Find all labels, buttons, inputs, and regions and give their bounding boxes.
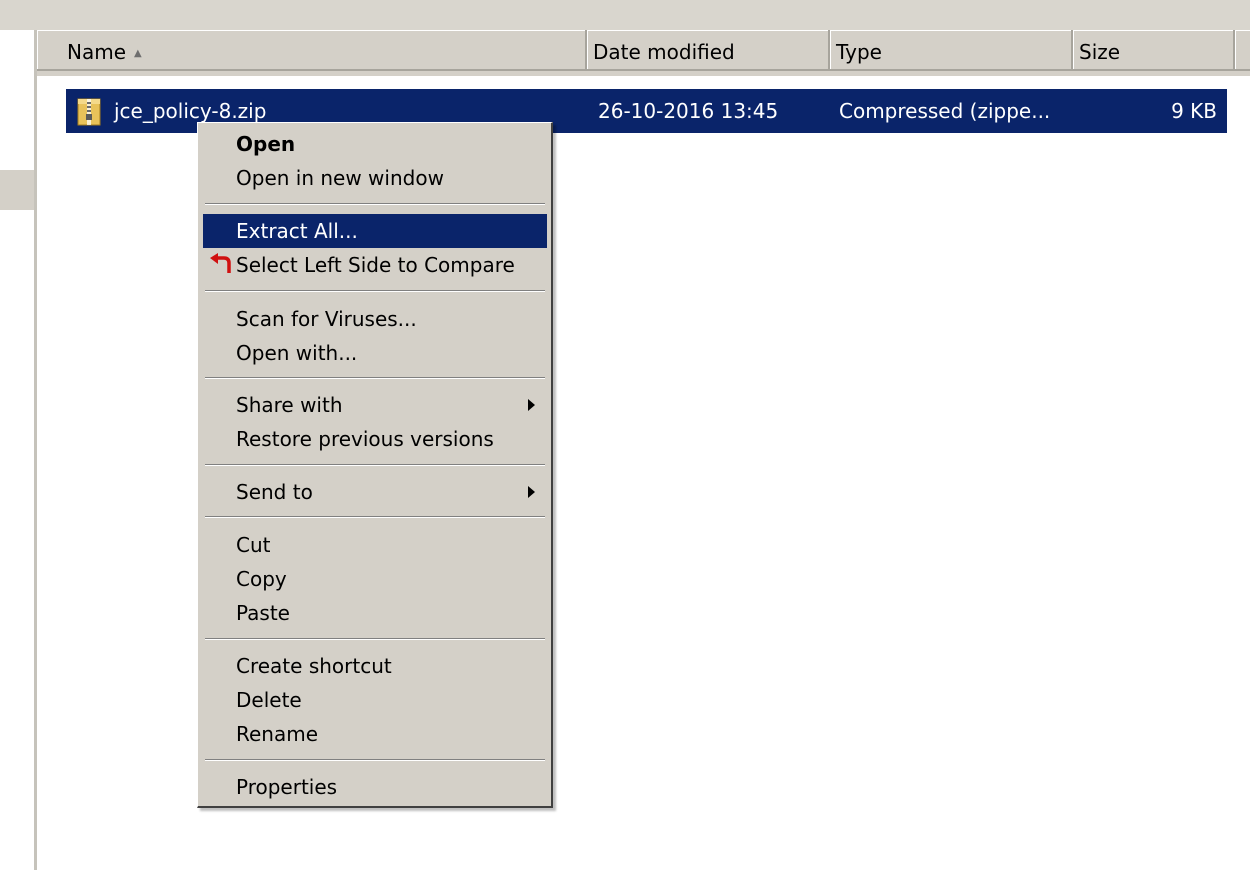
pane-splitter[interactable]: [34, 30, 37, 870]
menu-separator: [205, 377, 545, 379]
submenu-arrow-icon: [528, 399, 535, 411]
menu-separator: [205, 464, 545, 466]
menu-item-open[interactable]: Open: [203, 127, 547, 161]
zip-folder-icon: [77, 98, 101, 126]
file-date-modified: 26-10-2016 13:45: [598, 99, 779, 123]
context-menu: Open Open in new window Extract All... S…: [197, 122, 553, 808]
menu-item-copy[interactable]: Copy: [203, 562, 547, 596]
menu-item-send-to[interactable]: Send to: [203, 475, 547, 509]
column-type-label: Type: [836, 40, 882, 64]
menu-item-open-in-new-window[interactable]: Open in new window: [203, 161, 547, 195]
toolbar-strip: [0, 0, 1250, 30]
column-type-header[interactable]: Type: [830, 30, 1073, 71]
menu-item-properties[interactable]: Properties: [203, 770, 547, 804]
menu-item-extract-all[interactable]: Extract All...: [203, 214, 547, 248]
menu-item-select-left-side-label: Select Left Side to Compare: [236, 253, 515, 277]
explorer-window: Name ▲ Date modified Type Size jce_policy…: [0, 0, 1250, 870]
submenu-arrow-icon: [528, 486, 535, 498]
menu-item-create-shortcut[interactable]: Create shortcut: [203, 649, 547, 683]
menu-separator: [205, 638, 545, 640]
menu-separator: [205, 290, 545, 292]
column-name-header[interactable]: Name ▲: [37, 30, 587, 71]
compare-arrow-icon: [210, 253, 231, 273]
column-header: Name ▲ Date modified Type Size: [37, 30, 1250, 76]
menu-item-restore-previous-versions[interactable]: Restore previous versions: [203, 422, 547, 456]
file-size: 9 KB: [1171, 99, 1217, 123]
menu-item-send-to-label: Send to: [236, 480, 313, 504]
file-type: Compressed (zippe...: [839, 99, 1051, 123]
column-date-modified-label: Date modified: [593, 40, 735, 64]
column-size-label: Size: [1079, 40, 1121, 64]
menu-separator: [205, 203, 545, 205]
column-filler-header: [1235, 30, 1250, 71]
menu-item-open-with[interactable]: Open with...: [203, 336, 547, 370]
menu-separator: [205, 516, 545, 518]
menu-item-select-left-side-to-compare[interactable]: Select Left Side to Compare: [203, 248, 547, 282]
column-date-modified-header[interactable]: Date modified: [587, 30, 830, 71]
navigation-pane-item[interactable]: [0, 170, 34, 210]
column-name-label: Name: [67, 40, 127, 64]
menu-item-delete[interactable]: Delete: [203, 683, 547, 717]
menu-item-cut[interactable]: Cut: [203, 528, 547, 562]
sort-ascending-icon: ▲: [134, 48, 142, 59]
column-size-header[interactable]: Size: [1073, 30, 1235, 71]
menu-item-scan-for-viruses[interactable]: Scan for Viruses...: [203, 302, 547, 336]
menu-item-share-with[interactable]: Share with: [203, 388, 547, 422]
menu-item-share-with-label: Share with: [236, 393, 343, 417]
navigation-pane: [0, 30, 34, 870]
menu-item-paste[interactable]: Paste: [203, 596, 547, 630]
menu-item-rename[interactable]: Rename: [203, 717, 547, 751]
menu-separator: [205, 759, 545, 761]
